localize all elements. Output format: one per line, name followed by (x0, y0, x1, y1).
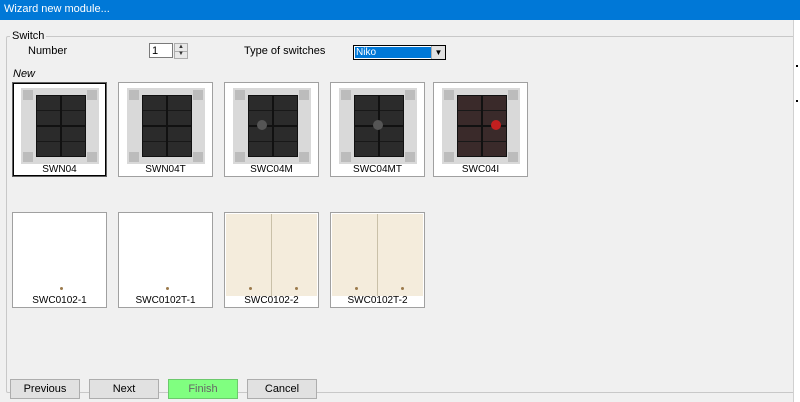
indicator-dot-icon (166, 287, 169, 290)
switch-plate-icon (226, 214, 317, 296)
groupbox-legend: Switch (10, 30, 47, 42)
number-label: Number (28, 45, 68, 57)
module-name: SWN04T (145, 164, 186, 175)
module-tile-swc0102-2[interactable]: SWC0102-2 (224, 212, 319, 308)
led-icon (257, 120, 267, 130)
red-led-icon (491, 120, 501, 130)
indicator-dot-icon (60, 287, 63, 290)
module-tile-swc04i[interactable]: SWC04I (433, 82, 528, 177)
module-tile-swn04[interactable]: SWN04 (12, 82, 107, 177)
indicator-dot-icon (249, 287, 252, 290)
indicator-dot-icon (295, 287, 298, 290)
finish-button[interactable]: Finish (168, 379, 238, 399)
spin-down-icon[interactable]: ▼ (175, 51, 187, 58)
previous-button[interactable]: Previous (10, 379, 80, 399)
number-spinner[interactable]: ▲ ▼ (174, 43, 188, 59)
chevron-down-icon[interactable]: ▼ (431, 46, 445, 59)
type-select[interactable]: Niko ▼ (353, 45, 446, 60)
module-name: SWN04 (42, 164, 77, 175)
module-tile-swc0102-1[interactable]: SWC0102-1 (12, 212, 107, 308)
module-name: SWC0102T-1 (135, 295, 196, 306)
cancel-button[interactable]: Cancel (247, 379, 317, 399)
switch-plate-icon (248, 95, 298, 157)
module-name: SWC04M (250, 164, 293, 175)
switch-plate-icon (36, 95, 86, 157)
switch-plate-icon (354, 95, 404, 157)
switch-plate-icon (14, 214, 105, 296)
switch-frame (442, 88, 520, 164)
module-tile-swc04mt[interactable]: SWC04MT (330, 82, 425, 177)
switch-plate-icon (120, 214, 211, 296)
next-button[interactable]: Next (89, 379, 159, 399)
number-input[interactable]: 1 (149, 43, 173, 58)
switch-frame (127, 88, 205, 164)
title-bar[interactable]: Wizard new module... (0, 0, 800, 20)
module-tile-swc0102t-1[interactable]: SWC0102T-1 (118, 212, 213, 308)
type-label: Type of switches (244, 45, 326, 57)
module-name: SWC0102-1 (32, 295, 87, 306)
indicator-dot-icon (401, 287, 404, 290)
switch-frame (233, 88, 311, 164)
module-name: SWC0102T-2 (347, 295, 408, 306)
new-section-label: New (13, 68, 36, 80)
led-icon (373, 120, 383, 130)
module-name: SWC04I (461, 164, 500, 175)
switch-frame (339, 88, 417, 164)
indicator-dot-icon (355, 287, 358, 290)
type-select-value: Niko (355, 47, 433, 58)
wizard-window: Switch Number 1 ▲ ▼ Type of switches Nik… (0, 20, 800, 402)
right-edge-strip (793, 20, 800, 402)
switch-plate-icon (332, 214, 423, 296)
switch-plate-icon (457, 95, 507, 157)
switch-frame (21, 88, 99, 164)
switch-plate-icon (142, 95, 192, 157)
module-tile-swc0102t-2[interactable]: SWC0102T-2 (330, 212, 425, 308)
module-tile-swc04m[interactable]: SWC04M (224, 82, 319, 177)
module-name: SWC04MT (353, 164, 402, 175)
module-tile-swn04t[interactable]: SWN04T (118, 82, 213, 177)
window-title: Wizard new module... (4, 3, 110, 15)
module-name: SWC0102-2 (244, 295, 299, 306)
